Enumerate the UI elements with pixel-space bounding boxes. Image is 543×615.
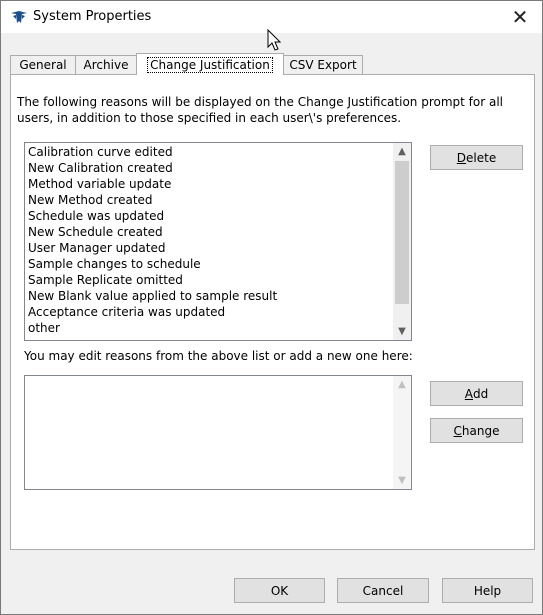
scroll-thumb[interactable] xyxy=(395,161,409,304)
scroll-down-arrow-icon[interactable]: ▼ xyxy=(393,323,411,340)
cancel-button[interactable]: Cancel xyxy=(337,578,429,603)
change-label: hange xyxy=(461,423,500,438)
list-item[interactable]: New Method created xyxy=(27,192,391,208)
change-hotkey: C xyxy=(453,423,462,438)
cancel-label: Cancel xyxy=(362,583,404,598)
delete-label: elete xyxy=(466,150,497,165)
close-icon: ✕ xyxy=(511,5,529,29)
change-button[interactable]: Change xyxy=(430,418,523,443)
reason-edit-field[interactable]: ▲ ▼ xyxy=(24,375,412,490)
add-hotkey: A xyxy=(464,386,473,401)
add-button[interactable]: Add xyxy=(430,381,523,406)
window-title: System Properties xyxy=(33,9,152,24)
add-label: dd xyxy=(472,386,489,401)
scroll-down-arrow-icon[interactable]: ▼ xyxy=(393,472,411,489)
scroll-up-arrow-icon[interactable]: ▲ xyxy=(393,143,411,160)
list-item[interactable]: New Calibration created xyxy=(27,160,391,176)
mouse-pointer-icon xyxy=(267,29,282,51)
tab-csv-export[interactable]: CSV Export xyxy=(283,55,363,74)
list-item[interactable]: Sample changes to schedule xyxy=(27,256,391,272)
help-button[interactable]: Help xyxy=(442,578,533,603)
tab-label: General xyxy=(19,58,67,72)
delete-button[interactable]: Delete xyxy=(430,145,523,170)
edit-reasons-label: You may edit reasons from the above list… xyxy=(24,349,413,363)
help-label: Help xyxy=(473,583,502,598)
edit-scrollbar[interactable]: ▲ ▼ xyxy=(393,376,411,489)
tab-label: Archive xyxy=(83,58,129,72)
teledyne-logo-icon xyxy=(11,11,27,23)
scroll-up-arrow-icon[interactable]: ▲ xyxy=(393,376,411,393)
ok-label: OK xyxy=(270,583,289,598)
tab-label: CSV Export xyxy=(289,58,357,72)
system-properties-dialog: System Properties ✕ General Archive Chan… xyxy=(0,0,543,615)
list-item[interactable]: New Schedule created xyxy=(27,224,391,240)
tab-general[interactable]: General xyxy=(10,55,76,74)
ok-button[interactable]: OK xyxy=(234,578,325,603)
list-item[interactable]: Acceptance criteria was updated xyxy=(27,304,391,320)
tab-archive[interactable]: Archive xyxy=(75,55,137,74)
list-item[interactable]: Calibration curve edited xyxy=(27,144,391,160)
intro-text: The following reasons will be displayed … xyxy=(17,95,503,125)
list-item[interactable]: New Blank value applied to sample result xyxy=(27,288,391,304)
list-item[interactable]: Sample Replicate omitted xyxy=(27,272,391,288)
list-item[interactable]: Schedule was updated xyxy=(27,208,391,224)
reasons-list: Calibration curve edited New Calibration… xyxy=(27,144,391,336)
list-item[interactable]: Method variable update xyxy=(27,176,391,192)
reasons-scrollbar[interactable]: ▲ ▼ xyxy=(393,143,411,340)
list-item[interactable]: other xyxy=(27,320,391,336)
tab-label: Change Justification xyxy=(147,56,273,73)
tab-change-justification[interactable]: Change Justification xyxy=(136,53,284,75)
reasons-listbox[interactable]: Calibration curve edited New Calibration… xyxy=(24,142,412,341)
close-button[interactable]: ✕ xyxy=(498,1,542,33)
delete-hotkey: D xyxy=(456,150,467,165)
list-item[interactable]: User Manager updated xyxy=(27,240,391,256)
